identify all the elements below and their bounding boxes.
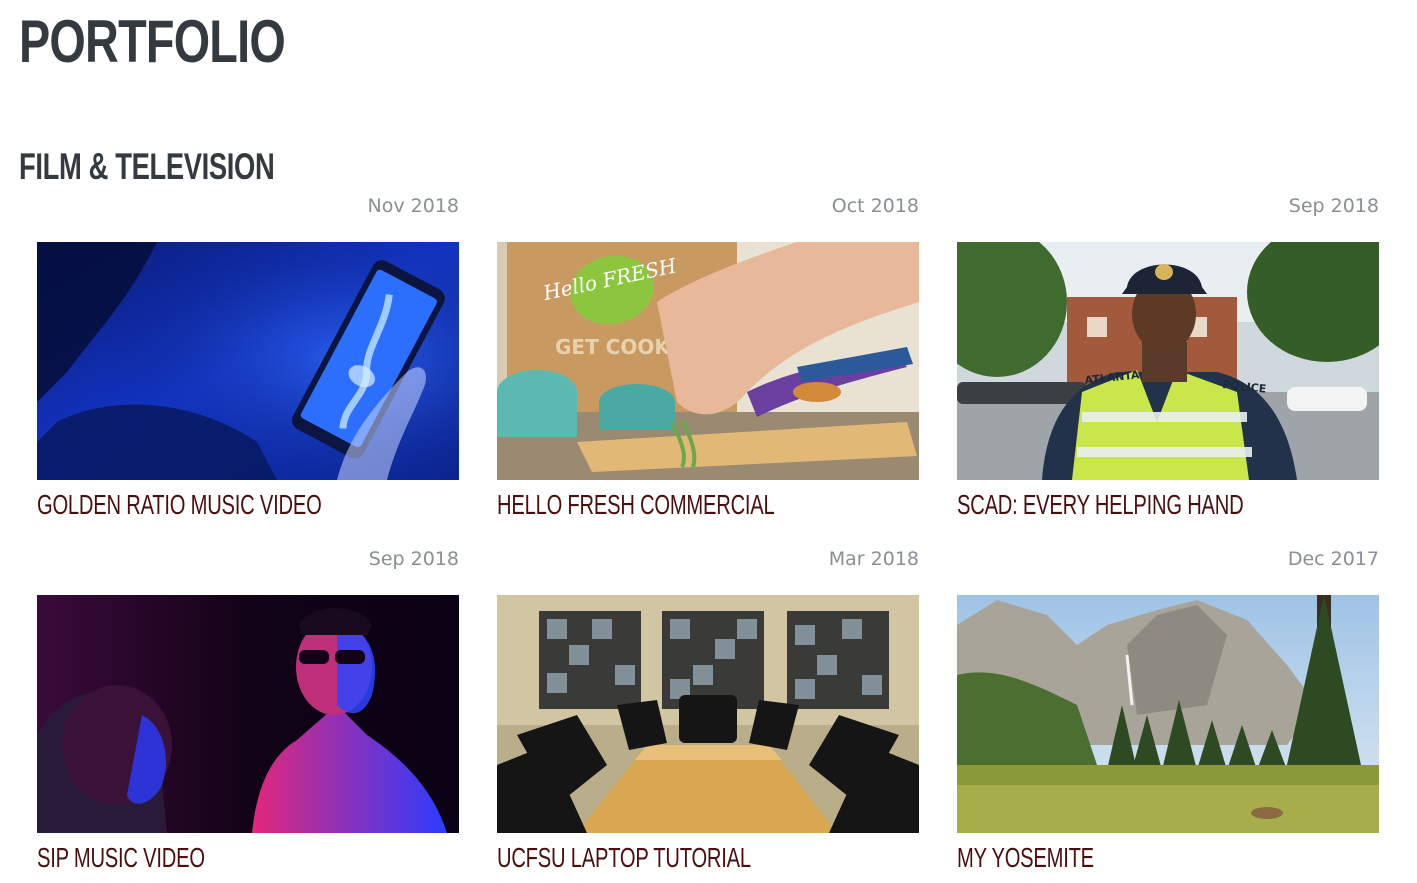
project-thumbnail-sip[interactable] [37,595,459,833]
project-thumbnail-golden-ratio[interactable] [37,242,459,480]
project-thumbnail-ucfsu[interactable] [497,595,919,833]
neon-portrait-thumbnail [37,595,459,833]
project-title[interactable]: UCFSU LAPTOP TUTORIAL [497,841,751,875]
yosemite-landscape-thumbnail [957,595,1379,833]
project-thumbnail-hello-fresh[interactable]: Hello FRESH GET COOKING [497,242,919,480]
project-date: Mar 2018 [828,548,919,570]
project-date: Sep 2018 [368,548,459,570]
project-date: Dec 2017 [1287,548,1379,570]
page-title: PORTFOLIO [19,8,286,75]
project-date: Oct 2018 [831,195,919,217]
section-title: FILM & TELEVISION [19,146,275,187]
project-title[interactable]: MY YOSEMITE [957,841,1094,875]
project-thumbnail-yosemite[interactable] [957,595,1379,833]
police-officer-thumbnail: ATLANTA POLICE [957,242,1379,480]
project-title[interactable]: SCAD: EVERY HELPING HAND [957,488,1244,522]
phone-xray-thumbnail [37,242,459,480]
project-date: Nov 2018 [367,195,459,217]
project-date: Sep 2018 [1288,195,1379,217]
conference-room-thumbnail [497,595,919,833]
cooking-thumbnail: Hello FRESH GET COOKING [497,242,919,480]
project-title[interactable]: HELLO FRESH COMMERCIAL [497,488,775,522]
project-title[interactable]: GOLDEN RATIO MUSIC VIDEO [37,488,322,522]
project-title[interactable]: SIP MUSIC VIDEO [37,841,205,875]
project-thumbnail-scad[interactable]: ATLANTA POLICE [957,242,1379,480]
